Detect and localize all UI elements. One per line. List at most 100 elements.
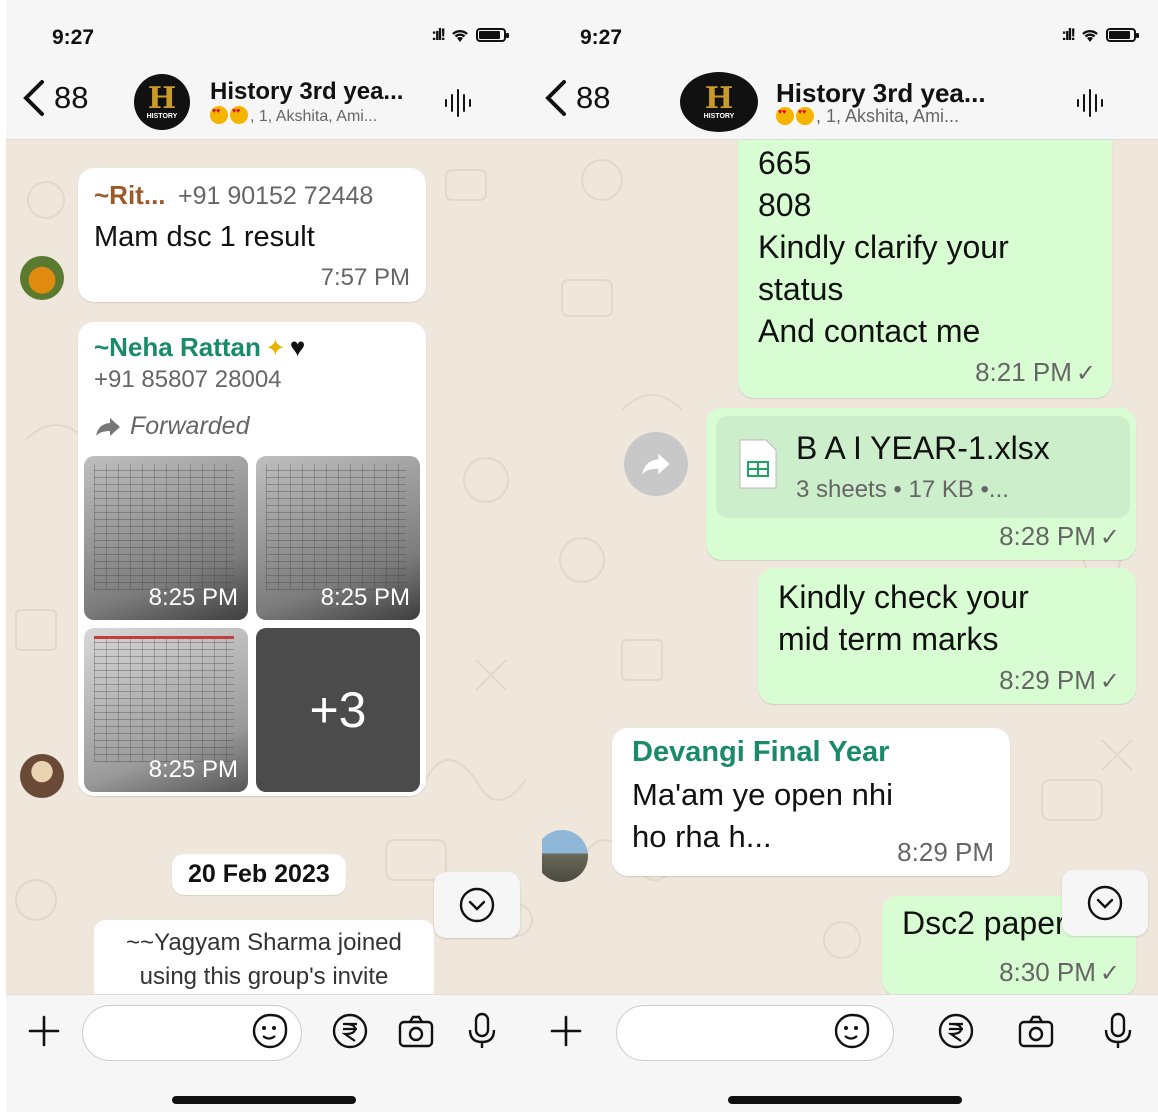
checkmark-icon: ✓	[1099, 524, 1120, 551]
group-avatar[interactable]: H HISTORY	[134, 74, 190, 130]
back-chevron-icon	[545, 80, 566, 116]
photo-thumbnail[interactable]: 8:25 PM	[256, 456, 420, 620]
group-members: , 1, Akshita, Ami...	[776, 106, 959, 127]
wifi-icon	[1082, 29, 1098, 42]
back-button[interactable]: 88	[542, 78, 610, 118]
message-text: 665 808 Kindly clarify your status And c…	[758, 145, 1009, 349]
camera-icon[interactable]	[1016, 1011, 1056, 1051]
sticker-icon[interactable]	[250, 1011, 290, 1051]
message-time: 7:57 PM	[320, 264, 410, 291]
checkmark-icon: ✓	[1099, 668, 1120, 695]
forward-icon	[96, 417, 120, 436]
rupee-icon[interactable]	[936, 1011, 976, 1051]
photo-time: 8:25 PM	[148, 584, 238, 611]
avatar-sub: HISTORY	[146, 112, 178, 120]
home-indicator	[172, 1096, 356, 1104]
sender-name[interactable]: ~Neha Rattan	[94, 332, 261, 362]
message-meta: 8:21 PM ✓	[975, 357, 1096, 388]
battery-icon	[476, 28, 509, 42]
status-time: 9:27	[52, 26, 95, 49]
message-bubble-outgoing[interactable]: 665 808 Kindly clarify your status And c…	[738, 140, 1112, 398]
heart-eyes-emoji-icon	[776, 107, 794, 125]
message-text: Dsc2 paper	[902, 905, 1066, 941]
avatar[interactable]	[20, 754, 64, 798]
sender-line: ~Rit... +91 90152 72448	[94, 180, 373, 211]
chat-header: 9:27 :ıl! 88 H HISTORY History 3rd yea..…	[542, 0, 1158, 140]
message-text: Mam dsc 1 result	[94, 221, 315, 253]
chat-header: 9:27 :ıl! 88 H HISTORY History 3rd yea..…	[6, 0, 546, 140]
file-attachment[interactable]: B A I YEAR-1.xlsx 3 sheets • 17 KB •...	[716, 416, 1130, 518]
plus-icon[interactable]	[24, 1011, 64, 1051]
scroll-down-button[interactable]	[434, 872, 520, 938]
message-bubble-outgoing[interactable]: Kindly check your mid term marks 8:29 PM…	[758, 568, 1136, 704]
status-time: 9:27	[580, 26, 623, 49]
message-meta: 8:28 PM ✓	[999, 521, 1120, 552]
rupee-icon[interactable]	[330, 1011, 370, 1051]
avatar[interactable]	[20, 256, 64, 300]
system-message: ~~Yagyam Sharma joined using this group'…	[94, 920, 434, 994]
plus-icon[interactable]	[546, 1011, 586, 1051]
date-separator: 20 Feb 2023	[172, 854, 346, 895]
heart-eyes-emoji-icon	[230, 106, 248, 124]
sender-name[interactable]: ~Rit...	[94, 180, 166, 210]
signal-icon: :ıl!	[431, 25, 446, 44]
back-chevron-icon	[23, 80, 44, 116]
group-title[interactable]: History 3rd yea...	[210, 78, 403, 106]
group-avatar[interactable]: H HISTORY	[680, 72, 758, 132]
more-photos-tile[interactable]: +3	[256, 628, 420, 792]
mic-icon[interactable]	[1098, 1011, 1138, 1051]
photo-time: 8:25 PM	[320, 584, 410, 611]
spreadsheet-icon	[739, 439, 777, 489]
scroll-down-button[interactable]	[1062, 870, 1148, 936]
chat-area: ~Rit... +91 90152 72448 Mam dsc 1 result…	[6, 140, 546, 994]
message-bubble[interactable]: Devangi Final Year Ma'am ye open nhi ho …	[612, 728, 1010, 876]
forward-button[interactable]	[624, 432, 688, 496]
photo-thumbnail[interactable]: 8:25 PM	[84, 456, 248, 620]
unread-count: 88	[576, 80, 611, 115]
chat-area: 665 808 Kindly clarify your status And c…	[542, 140, 1158, 994]
message-text: Kindly check your mid term marks	[778, 579, 1029, 657]
avatar-letter: H	[147, 80, 177, 116]
file-name: B A I YEAR-1.xlsx	[796, 430, 1050, 466]
signal-icon: :ıl!	[1061, 25, 1076, 44]
message-time: 8:30 PM	[999, 957, 1096, 987]
chevron-down-icon	[1087, 885, 1123, 921]
message-text: Ma'am ye open nhi ho rha h...	[632, 777, 893, 854]
input-bar	[6, 994, 546, 1112]
group-members: , 1, Akshita, Ami...	[210, 106, 377, 126]
sender-name[interactable]: Devangi Final Year	[632, 736, 889, 769]
wifi-icon	[452, 29, 468, 42]
status-icons: :ıl!	[431, 25, 509, 45]
unread-count: 88	[54, 80, 89, 115]
forward-icon	[642, 453, 670, 475]
sender-phone: +91 85807 28004	[94, 366, 282, 393]
mic-icon[interactable]	[462, 1011, 502, 1051]
heart-eyes-emoji-icon	[210, 106, 228, 124]
heart-eyes-emoji-icon	[796, 107, 814, 125]
sender-phone: +91 90152 72448	[177, 182, 374, 210]
left-phone-screen: 9:27 :ıl! 88 H HISTORY History 3rd yea..…	[6, 0, 546, 1112]
message-bubble-outgoing[interactable]: B A I YEAR-1.xlsx 3 sheets • 17 KB •... …	[706, 408, 1136, 560]
message-bubble[interactable]: ~Neha Rattan ✦ ♥ +91 85807 28004 Forward…	[78, 322, 426, 796]
status-icons: :ıl!	[1061, 25, 1139, 45]
right-phone-screen: 9:27 :ıl! 88 H HISTORY History 3rd yea..…	[542, 0, 1158, 1112]
sparkles-icon: ✦	[265, 335, 286, 362]
message-time: 8:29 PM	[999, 665, 1096, 695]
black-heart-icon: ♥	[289, 332, 306, 362]
message-meta: 8:29 PM ✓	[999, 665, 1120, 696]
avatar-sub: HISTORY	[703, 112, 735, 120]
photo-thumbnail[interactable]: 8:25 PM	[84, 628, 248, 792]
message-meta: 8:30 PM ✓	[999, 957, 1120, 988]
waveform-icon[interactable]	[442, 86, 476, 120]
message-time: 8:21 PM	[975, 357, 1072, 387]
back-button[interactable]: 88	[20, 78, 88, 118]
checkmark-icon: ✓	[1099, 960, 1120, 987]
waveform-icon[interactable]	[1074, 86, 1108, 120]
message-bubble[interactable]: ~Rit... +91 90152 72448 Mam dsc 1 result…	[78, 168, 426, 302]
sticker-icon[interactable]	[832, 1011, 872, 1051]
avatar-letter: H	[704, 80, 734, 116]
photo-time: 8:25 PM	[148, 756, 238, 783]
forwarded-label: Forwarded	[94, 412, 250, 441]
camera-icon[interactable]	[396, 1011, 436, 1051]
group-title[interactable]: History 3rd yea...	[776, 78, 986, 109]
